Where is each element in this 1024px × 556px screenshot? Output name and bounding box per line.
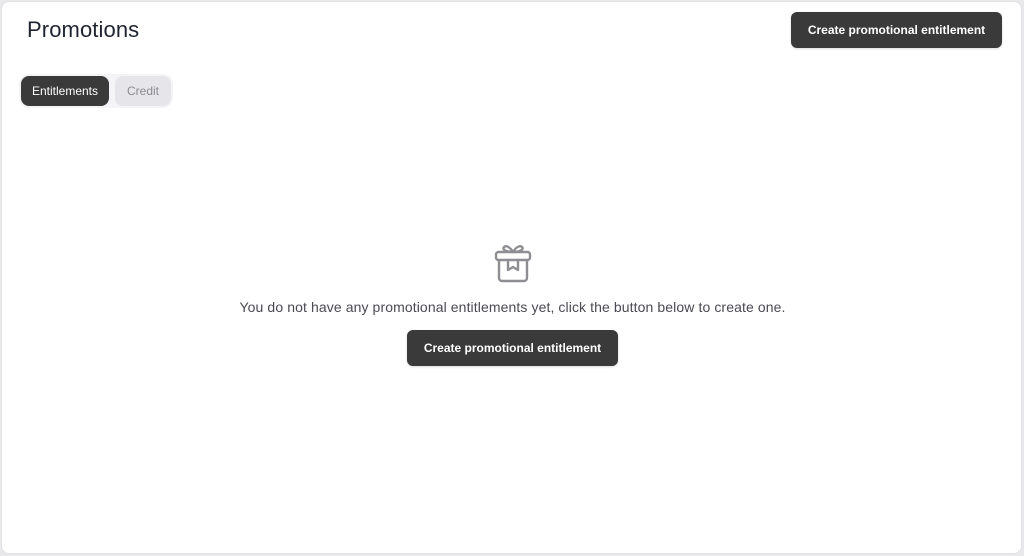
tab-entitlements[interactable]: Entitlements xyxy=(21,76,109,106)
tab-credit[interactable]: Credit xyxy=(115,76,171,106)
promotion-tabs: Entitlements Credit xyxy=(19,74,173,108)
page-title: Promotions xyxy=(27,17,140,42)
empty-state-create-button[interactable]: Create promotional entitlement xyxy=(407,330,618,366)
create-promotional-entitlement-button[interactable]: Create promotional entitlement xyxy=(791,12,1002,48)
empty-state: You do not have any promotional entitlem… xyxy=(2,242,1023,366)
empty-state-message: You do not have any promotional entitlem… xyxy=(239,299,786,315)
gift-icon xyxy=(494,245,531,283)
promotions-panel: Promotions Create promotional entitlemen… xyxy=(1,1,1022,554)
